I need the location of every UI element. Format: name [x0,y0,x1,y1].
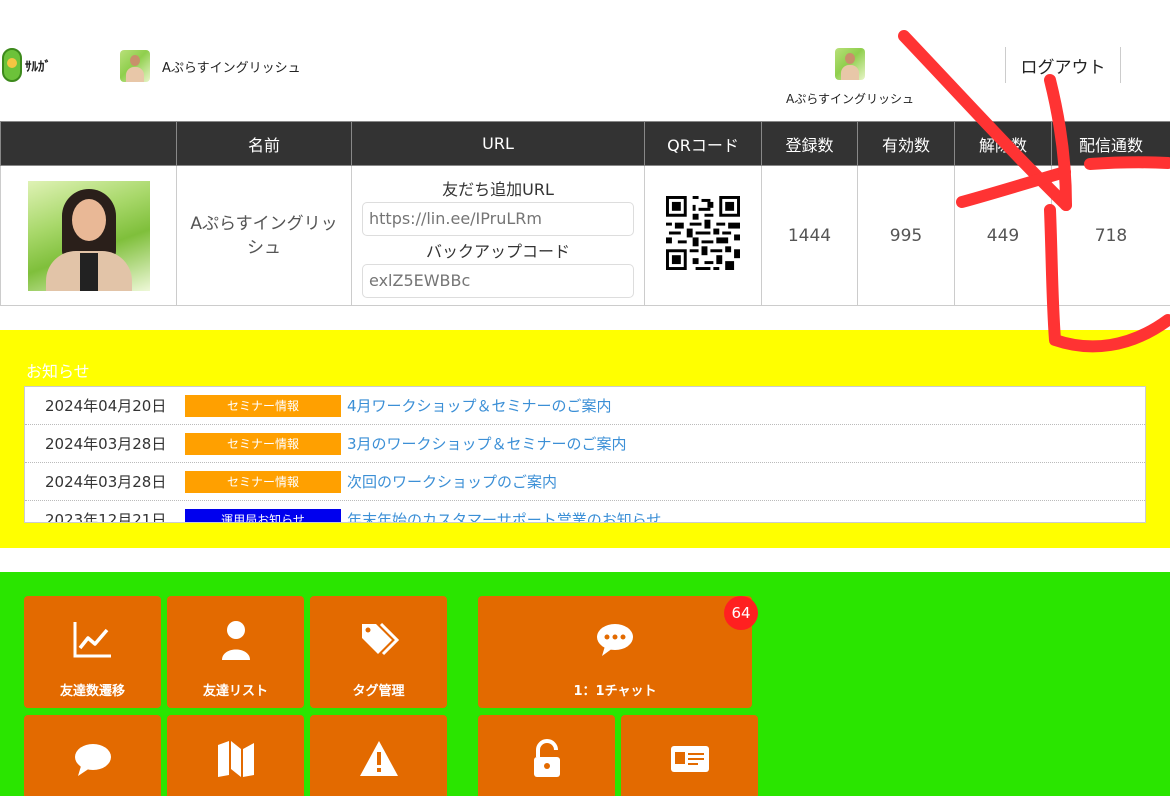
notice-date: 2024年03月28日 [45,435,167,453]
list-item[interactable]: 2024年03月28日 セミナー情報 次回のワークショップのご案内 [25,463,1145,501]
qr-cell [644,165,762,306]
list-item[interactable]: 2023年12月21日 運用局お知らせ 年末年始のカスタマーサポート営業のお知ら… [25,501,1145,523]
notice-link[interactable]: 次回のワークショップのご案内 [347,471,557,492]
col-unsubscribed: 解除数 [954,121,1052,166]
warning-icon [359,741,398,776]
logo-text: ｻﾙｶﾞ [25,59,51,75]
table-row: Aぷらすイングリッシュ 友だち追加URL バックアップコード [0,165,1170,306]
notice-tag: セミナー情報 [185,432,341,455]
notice-date: 2023年12月21日 [45,511,167,523]
unread-count-badge: 64 [724,596,758,630]
map-icon [217,741,254,777]
list-item[interactable]: 2024年03月28日 セミナー情報 3月のワークショップ＆セミナーのご案内 [25,425,1145,463]
menu-tile-tag-management[interactable]: タグ管理 [310,596,447,708]
notice-section: お知らせ 2024年04月20日 セミナー情報 4月ワークショップ＆セミナーのご… [0,330,1170,548]
notice-link[interactable]: 4月ワークショップ＆セミナーのご案内 [347,395,612,416]
chat-bubble-icon [597,624,633,656]
col-qr: QRコード [644,121,762,166]
speech-bubble-icon [74,744,111,776]
tile-label: 1：1チャット [573,684,657,699]
menu-tile-unlock[interactable] [478,715,615,796]
account-name: Aぷらすイングリッシュ [162,60,301,76]
registered-count: 1444 [761,165,858,306]
user-icon [221,621,250,660]
menu-tile-one-on-one-chat[interactable]: 1：1チャット [478,596,752,708]
col-photo [0,121,177,166]
notice-tag: セミナー情報 [185,394,341,417]
backup-code-field[interactable] [362,263,634,298]
app-logo[interactable]: ｻﾙｶﾞ [2,48,51,82]
url-cell: 友だち追加URL バックアップコード [351,165,645,306]
menu-tile-friend-trend[interactable]: 友達数遷移 [24,596,161,708]
logo-icon [2,48,22,82]
menu-tile-alerts[interactable] [310,715,447,796]
account-avatar [120,50,150,82]
notice-tag: 運用局お知らせ [185,508,341,522]
delivery-count: 718 [1051,165,1170,306]
qr-code-icon[interactable] [666,196,740,270]
top-header: ｻﾙｶﾞ Aぷらすイングリッシュ Aぷらすイングリッシュ ログアウト [0,0,1170,121]
notice-date: 2024年03月28日 [45,473,167,491]
active-count: 995 [857,165,955,306]
unsubscribed-count: 449 [954,165,1052,306]
notice-link[interactable]: 3月のワークショップ＆セミナーのご案内 [347,433,627,454]
list-item[interactable]: 2024年04月20日 セミナー情報 4月ワークショップ＆セミナーのご案内 [25,387,1145,425]
col-active: 有効数 [857,121,955,166]
notice-list[interactable]: 2024年04月20日 セミナー情報 4月ワークショップ＆セミナーのご案内 20… [24,386,1146,523]
notice-title: お知らせ [26,362,90,381]
user-name: Aぷらすイングリッシュ [786,92,914,106]
tile-label: 友達リスト [202,684,268,699]
table-header-row: 名前 URL QRコード 登録数 有効数 解除数 配信通数 [0,121,1170,166]
tags-icon [361,622,399,656]
tile-label: 友達数遷移 [59,684,125,699]
menu-tile-friend-list[interactable]: 友達リスト [167,596,304,708]
line-chart-icon [73,622,111,658]
account-photo [27,180,150,291]
menu-tile-messages[interactable] [24,715,161,796]
col-url: URL [351,121,645,166]
menu-tile-map[interactable] [167,715,304,796]
notice-date: 2024年04月20日 [45,397,167,415]
unlock-icon [533,739,560,777]
friend-url-field[interactable] [362,201,634,236]
col-name: 名前 [176,121,352,166]
name-cell: Aぷらすイングリッシュ [176,165,352,306]
menu-tile-card[interactable] [621,715,758,796]
tile-label: タグ管理 [352,684,405,699]
notice-tag: セミナー情報 [185,470,341,493]
account-table: 名前 URL QRコード 登録数 有効数 解除数 配信通数 Aぷらすイングリッシ… [0,121,1170,306]
photo-cell [0,165,177,306]
friend-url-label: 友だち追加URL [442,179,554,199]
user-profile[interactable]: Aぷらすイングリッシュ [780,48,920,107]
current-account[interactable]: Aぷらすイングリッシュ [120,50,301,82]
col-registered: 登録数 [761,121,858,166]
user-avatar [835,48,865,80]
id-card-icon [670,746,709,772]
backup-code-label: バックアップコード [425,241,570,261]
notice-link[interactable]: 年末年始のカスタマーサポート営業のお知らせ [347,509,661,522]
logout-button[interactable]: ログアウト [1005,47,1121,83]
col-deliveries: 配信通数 [1051,121,1170,166]
